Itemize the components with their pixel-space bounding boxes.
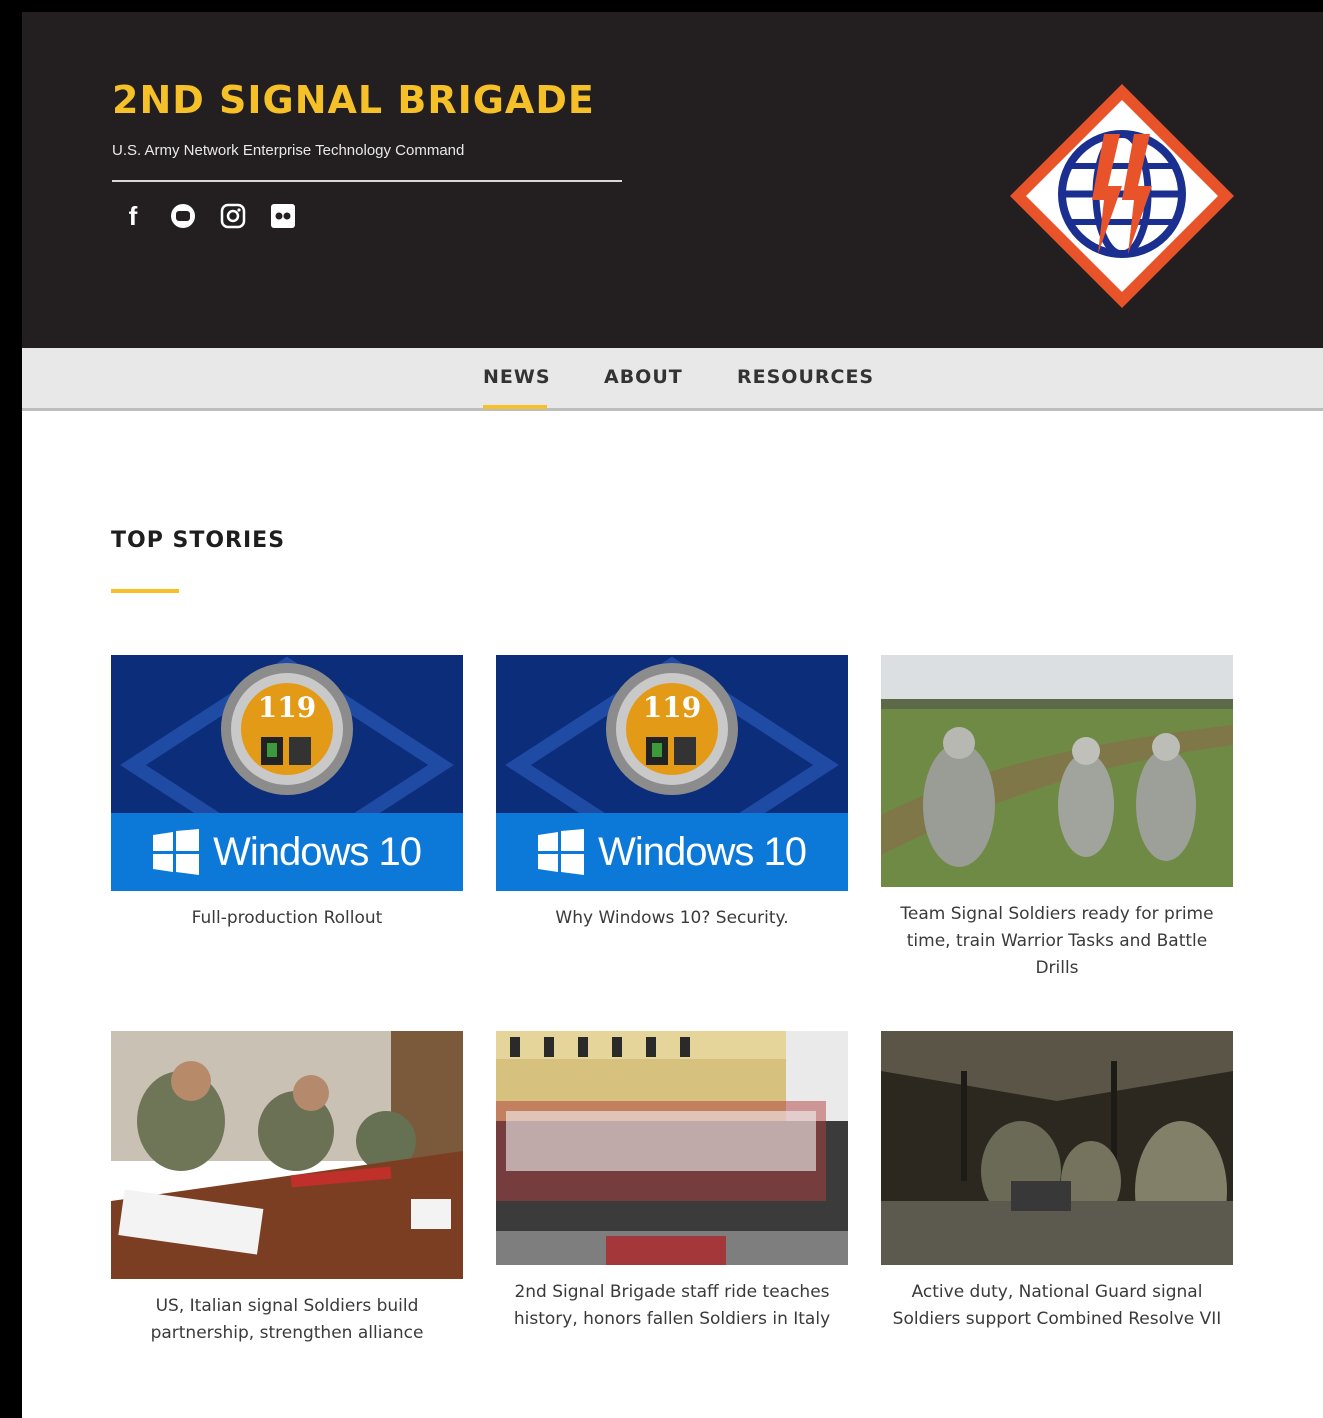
story-caption[interactable]: US, Italian signal Soldiers build partne…	[111, 1293, 463, 1347]
story-card[interactable]: Team Signal Soldiers ready for prime tim…	[881, 655, 1233, 982]
unit-badge-number: 119	[642, 691, 702, 724]
story-image-soldiers-field[interactable]	[881, 655, 1233, 887]
header-divider	[112, 180, 622, 182]
story-caption[interactable]: Full-production Rollout	[111, 905, 463, 932]
story-caption[interactable]: Active duty, National Guard signal Soldi…	[881, 1279, 1233, 1333]
brigade-emblem	[1010, 84, 1234, 308]
windows-logo-icon	[153, 829, 200, 875]
story-caption[interactable]: Team Signal Soldiers ready for prime tim…	[881, 901, 1233, 982]
windows-logo-icon	[538, 829, 585, 875]
nav-about[interactable]: ABOUT	[604, 366, 683, 388]
story-card[interactable]: 119 Windows 10 Why Windows 10? Security.	[496, 655, 848, 932]
story-image-meeting[interactable]	[111, 1031, 463, 1279]
story-card[interactable]: Active duty, National Guard signal Soldi…	[881, 1031, 1233, 1333]
nav-news[interactable]: NEWS	[483, 366, 551, 388]
youtube-icon[interactable]	[168, 201, 198, 231]
social-links: f	[118, 201, 298, 231]
story-caption[interactable]: 2nd Signal Brigade staff ride teaches hi…	[496, 1279, 848, 1333]
story-image-staff-ride[interactable]	[496, 1031, 848, 1265]
facebook-glyph: f	[128, 200, 138, 231]
story-card[interactable]: 119 Windows 10 Full-production Rollout	[111, 655, 463, 932]
unit-badge-number: 119	[257, 691, 317, 724]
windows10-label: Windows 10	[213, 829, 422, 874]
story-card[interactable]: US, Italian signal Soldiers build partne…	[111, 1031, 463, 1347]
instagram-icon[interactable]	[218, 201, 248, 231]
site-header: 2ND SIGNAL BRIGADE U.S. Army Network Ent…	[22, 12, 1323, 348]
story-image-windows[interactable]: 119 Windows 10	[111, 655, 463, 891]
story-image-windows[interactable]: 119 Windows 10	[496, 655, 848, 891]
main-navigation: NEWS ABOUT RESOURCES	[22, 348, 1323, 411]
section-underline	[111, 589, 179, 593]
story-card[interactable]: 2nd Signal Brigade staff ride teaches hi…	[496, 1031, 848, 1333]
flickr-icon[interactable]	[268, 201, 298, 231]
site-subtitle: U.S. Army Network Enterprise Technology …	[112, 142, 465, 159]
nav-active-indicator	[483, 405, 547, 409]
nav-resources[interactable]: RESOURCES	[737, 366, 874, 388]
site-title[interactable]: 2ND SIGNAL BRIGADE	[112, 78, 595, 122]
story-image-tent-ops[interactable]	[881, 1031, 1233, 1265]
story-caption[interactable]: Why Windows 10? Security.	[496, 905, 848, 932]
facebook-icon[interactable]: f	[118, 201, 148, 231]
windows10-label: Windows 10	[598, 829, 807, 874]
top-stories-heading: TOP STORIES	[111, 528, 286, 553]
